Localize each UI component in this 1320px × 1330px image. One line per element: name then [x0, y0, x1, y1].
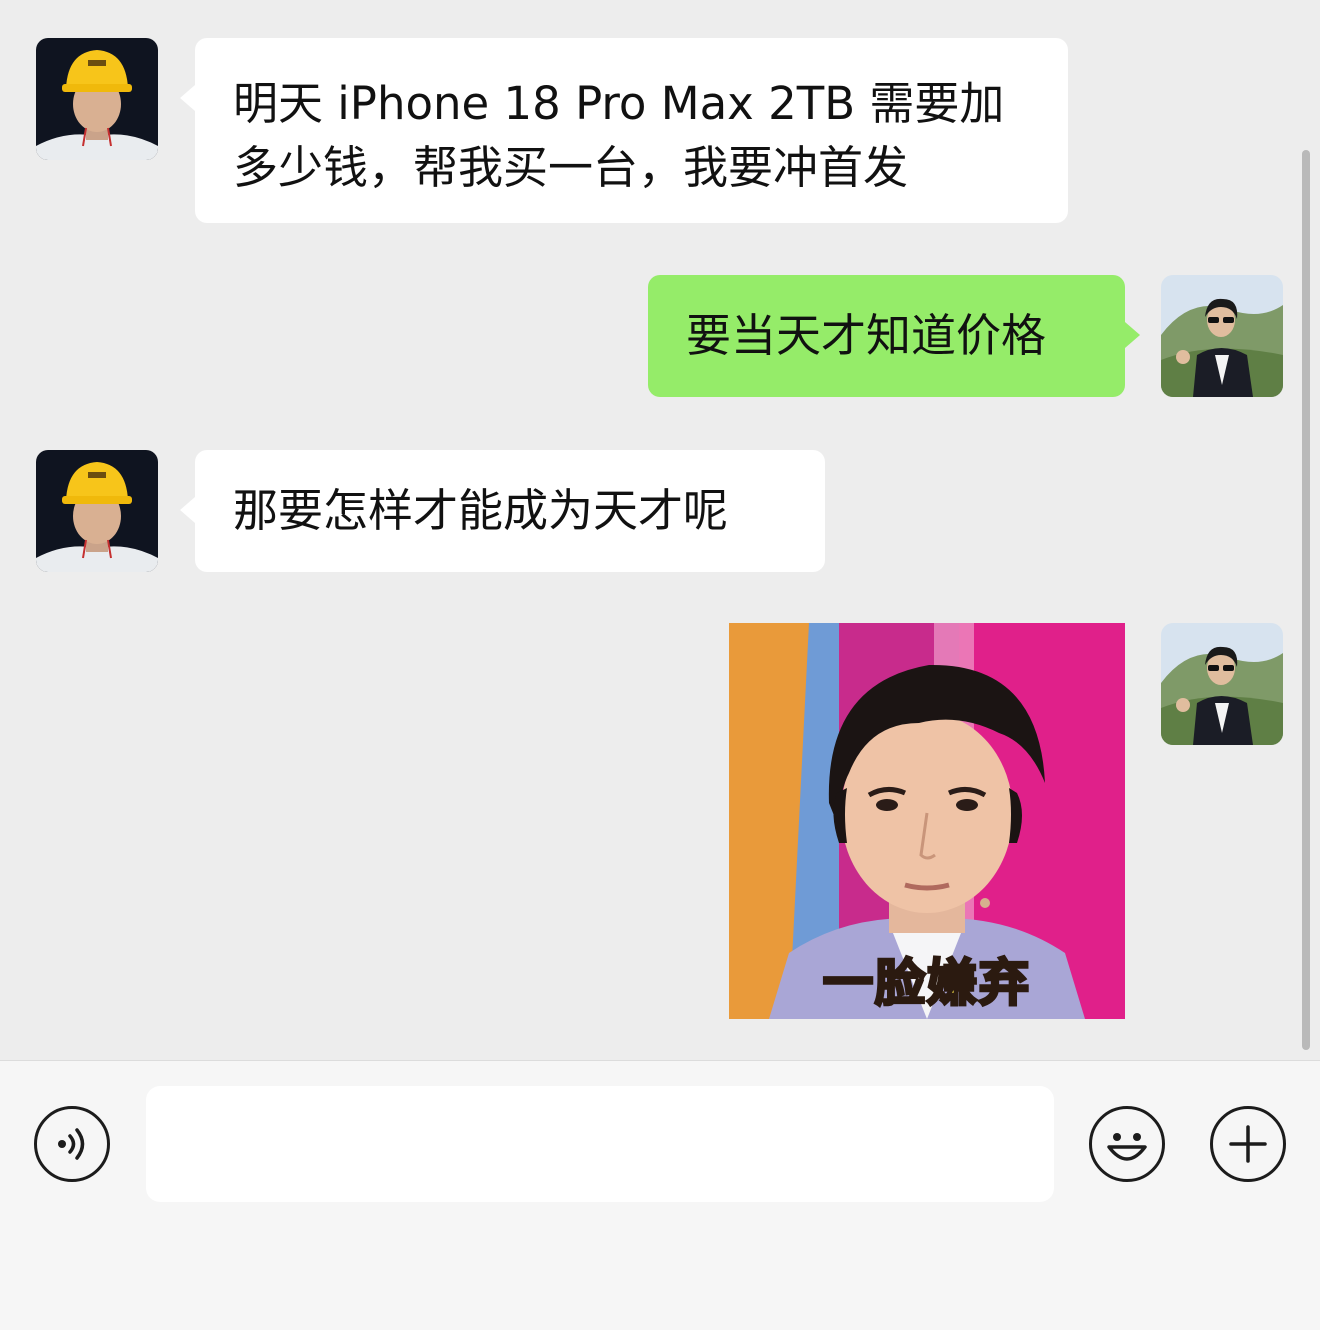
chat-message-list[interactable]: 明天 iPhone 18 Pro Max 2TB 需要加 多少钱，帮我买一台，我…	[0, 0, 1320, 1060]
sunglasses-man-avatar[interactable]	[1161, 623, 1283, 745]
bubble-tail	[1125, 322, 1140, 348]
scrollbar[interactable]	[1302, 150, 1310, 1050]
hardhat-man-avatar[interactable]	[36, 38, 158, 160]
message-bubble-incoming[interactable]: 明天 iPhone 18 Pro Max 2TB 需要加 多少钱，帮我买一台，我…	[195, 38, 1068, 223]
sticker-image[interactable]: 一脸嫌弃	[729, 623, 1125, 1019]
message-bubble-incoming[interactable]: 那要怎样才能成为天才呢	[195, 450, 825, 572]
message-bubble-outgoing[interactable]: 要当天才知道价格	[648, 275, 1125, 397]
hardhat-man-avatar[interactable]	[36, 450, 158, 572]
sticker-caption: 一脸嫌弃	[822, 953, 1031, 1014]
bubble-tail	[180, 497, 195, 523]
input-bar	[0, 1060, 1320, 1330]
plus-icon[interactable]	[1210, 1106, 1286, 1182]
sunglasses-man-avatar[interactable]	[1161, 275, 1283, 397]
emoji-icon[interactable]	[1089, 1106, 1165, 1182]
bubble-tail	[180, 85, 195, 111]
voice-icon[interactable]	[34, 1106, 110, 1182]
message-input[interactable]	[146, 1086, 1054, 1202]
